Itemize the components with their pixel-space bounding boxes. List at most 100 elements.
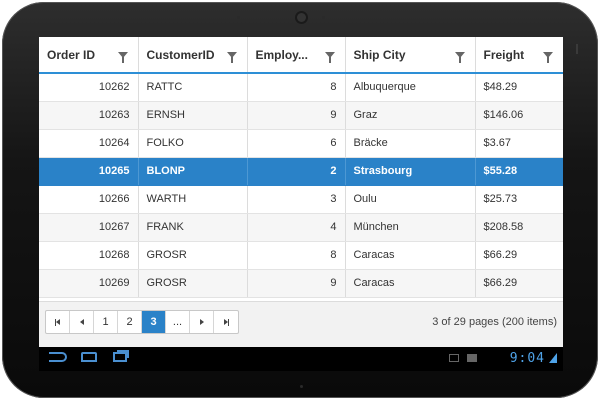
cell-order-id[interactable]: 10265 xyxy=(39,157,139,186)
cell-freight[interactable]: $3.67 xyxy=(475,129,563,158)
filter-icon[interactable] xyxy=(454,51,465,63)
cell-freight[interactable]: $146.06 xyxy=(475,101,563,130)
cell-freight[interactable]: $48.29 xyxy=(475,73,563,102)
cell-employee[interactable]: 4 xyxy=(247,213,346,242)
cell-freight[interactable]: $55.28 xyxy=(475,157,563,186)
next-page-button[interactable] xyxy=(190,311,214,333)
cell-customer-id[interactable]: ERNSH xyxy=(138,101,248,130)
column-header-label: Order ID xyxy=(47,47,96,62)
filter-icon[interactable] xyxy=(226,51,237,63)
cell-ship-city[interactable]: Caracas xyxy=(345,269,476,298)
orders-table: Order ID CustomerID Employ... Ship City Frei… xyxy=(39,37,563,298)
cell-order-id[interactable]: 10264 xyxy=(39,129,139,158)
usb-icon xyxy=(449,354,459,362)
filter-icon[interactable] xyxy=(117,51,128,63)
next-page-icon xyxy=(199,319,204,325)
column-header-content: Employ... xyxy=(255,47,337,63)
screen: Order ID CustomerID Employ... Ship City Frei… xyxy=(39,37,563,371)
cell-employee[interactable]: 6 xyxy=(247,129,346,158)
cell-order-id[interactable]: 10263 xyxy=(39,101,139,130)
cell-ship-city[interactable]: Caracas xyxy=(345,241,476,270)
column-header-content: Freight xyxy=(483,47,556,63)
cell-employee[interactable]: 9 xyxy=(247,269,346,298)
column-header-label: Employ... xyxy=(255,47,308,62)
page-button-3[interactable]: 3 xyxy=(142,311,166,333)
recent-apps-icon[interactable] xyxy=(113,352,127,362)
prev-page-button[interactable] xyxy=(70,311,94,333)
table-row[interactable]: 10264 FOLKO 6 Bräcke $3.67 xyxy=(39,129,563,158)
back-icon[interactable] xyxy=(49,352,67,362)
cell-ship-city[interactable]: Bräcke xyxy=(345,129,476,158)
cell-order-id[interactable]: 10266 xyxy=(39,185,139,214)
cell-employee[interactable]: 3 xyxy=(247,185,346,214)
android-system-bar: 9:04 xyxy=(39,347,563,371)
cell-employee[interactable]: 9 xyxy=(247,101,346,130)
page-button-1[interactable]: 1 xyxy=(94,311,118,333)
bottom-sensor xyxy=(300,385,303,388)
cell-customer-id[interactable]: FRANK xyxy=(138,213,248,242)
cell-customer-id[interactable]: RATTC xyxy=(138,73,248,102)
first-page-icon xyxy=(56,319,60,325)
column-header-label: Ship City xyxy=(353,47,406,62)
light-sensor xyxy=(237,16,240,19)
cell-employee[interactable]: 2 xyxy=(247,157,346,186)
last-page-button[interactable] xyxy=(214,311,238,333)
cell-customer-id[interactable]: GROSR xyxy=(138,241,248,270)
page-button-more[interactable]: ... xyxy=(166,311,190,333)
table-row[interactable]: 10263 ERNSH 9 Graz $146.06 xyxy=(39,101,563,130)
column-header-content: Order ID xyxy=(47,47,130,63)
cell-order-id[interactable]: 10267 xyxy=(39,213,139,242)
cell-freight[interactable]: $208.58 xyxy=(475,213,563,242)
cell-employee[interactable]: 8 xyxy=(247,73,346,102)
column-header-1[interactable]: CustomerID xyxy=(138,37,248,74)
first-page-button[interactable] xyxy=(46,311,70,333)
column-header-label: Freight xyxy=(483,47,525,62)
tablet-frame: Order ID CustomerID Employ... Ship City Frei… xyxy=(2,2,598,398)
download-icon xyxy=(467,354,477,362)
status-clock: 9:04 xyxy=(509,351,545,366)
front-camera xyxy=(297,13,306,22)
grid-body: 10262 RATTC 8 Albuquerque $48.29 10263 ERNSH 9 G… xyxy=(39,73,563,298)
cell-employee[interactable]: 8 xyxy=(247,241,346,270)
cell-order-id[interactable]: 10269 xyxy=(39,269,139,298)
cell-freight[interactable]: $66.29 xyxy=(475,269,563,298)
column-header-label: CustomerID xyxy=(146,47,215,62)
column-header-4[interactable]: Freight xyxy=(475,37,563,74)
column-header-0[interactable]: Order ID xyxy=(39,37,139,74)
table-row[interactable]: 10265 BLONP 2 Strasbourg $55.28 xyxy=(39,157,563,186)
table-row[interactable]: 10269 GROSR 9 Caracas $66.29 xyxy=(39,269,563,298)
cell-ship-city[interactable]: Albuquerque xyxy=(345,73,476,102)
cell-ship-city[interactable]: Graz xyxy=(345,101,476,130)
cell-customer-id[interactable]: WARTH xyxy=(138,185,248,214)
pager-info: 3 of 29 pages (200 items) xyxy=(432,316,557,328)
filter-icon[interactable] xyxy=(324,51,335,63)
orders-grid: Order ID CustomerID Employ... Ship City Frei… xyxy=(39,37,563,347)
cell-freight[interactable]: $66.29 xyxy=(475,241,563,270)
column-header-content: Ship City xyxy=(353,47,467,63)
table-row[interactable]: 10268 GROSR 8 Caracas $66.29 xyxy=(39,241,563,270)
proximity-sensor xyxy=(322,16,325,19)
header-row: Order ID CustomerID Employ... Ship City Frei… xyxy=(39,37,563,74)
last-page-icon-bar xyxy=(227,318,229,326)
side-button-mark xyxy=(576,44,578,54)
cell-customer-id[interactable]: BLONP xyxy=(138,157,248,186)
filter-icon[interactable] xyxy=(543,51,553,63)
table-row[interactable]: 10262 RATTC 8 Albuquerque $48.29 xyxy=(39,73,563,102)
cell-customer-id[interactable]: GROSR xyxy=(138,269,248,298)
prev-page-icon xyxy=(79,319,84,325)
cell-customer-id[interactable]: FOLKO xyxy=(138,129,248,158)
cell-order-id[interactable]: 10268 xyxy=(39,241,139,270)
column-header-3[interactable]: Ship City xyxy=(345,37,476,74)
pager-buttons: 1 2 3 ... xyxy=(45,310,239,334)
table-row[interactable]: 10267 FRANK 4 München $208.58 xyxy=(39,213,563,242)
cell-ship-city[interactable]: Strasbourg xyxy=(345,157,476,186)
page-button-2[interactable]: 2 xyxy=(118,311,142,333)
cell-freight[interactable]: $25.73 xyxy=(475,185,563,214)
cell-order-id[interactable]: 10262 xyxy=(39,73,139,102)
home-icon[interactable] xyxy=(81,352,97,362)
cell-ship-city[interactable]: Oulu xyxy=(345,185,476,214)
column-header-2[interactable]: Employ... xyxy=(247,37,346,74)
signal-icon xyxy=(549,353,557,363)
table-row[interactable]: 10266 WARTH 3 Oulu $25.73 xyxy=(39,185,563,214)
cell-ship-city[interactable]: München xyxy=(345,213,476,242)
